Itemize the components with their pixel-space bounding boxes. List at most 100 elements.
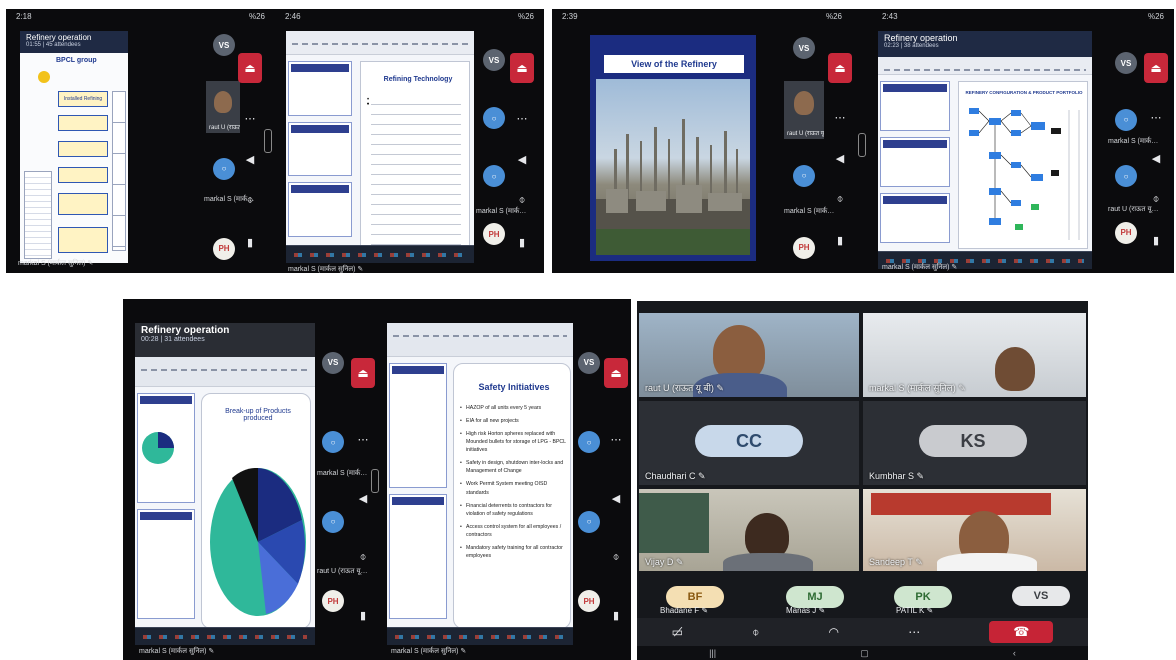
avatar[interactable]: PH (793, 236, 815, 259)
slide-thumbnail[interactable] (137, 393, 195, 503)
avatar[interactable]: PH (1115, 221, 1137, 244)
more-icon[interactable]: ⋯ (611, 433, 622, 446)
more-icon[interactable]: ⋯ (908, 625, 920, 639)
shared-slide: Safety Initiatives HAZOP of all units ev… (387, 323, 573, 645)
slide-page: Break-up of Products produced (201, 393, 311, 629)
more-icon[interactable]: ⋯ (245, 112, 256, 125)
avatar[interactable]: ○ (483, 165, 505, 187)
recent-apps-icon[interactable]: ||| (709, 648, 716, 658)
control-column: ⏏ ⋯ ◀ ⌽ ▮ (604, 335, 628, 645)
control-column: ⏏ ⋯ ◀ ⌽ ▮ (238, 39, 262, 263)
speaker-icon[interactable]: ◀ (612, 492, 620, 505)
avatar[interactable]: ○ (793, 164, 815, 187)
participant-chip[interactable]: VS (1012, 586, 1070, 606)
meeting-title: Refinery operation (141, 325, 230, 336)
hang-up-button[interactable]: ⏏ (238, 53, 262, 84)
avatar[interactable]: ○ (483, 107, 505, 129)
participant-sidebar: VS ○ PH (792, 35, 816, 261)
participant-name: Manas J ✎ (786, 606, 826, 615)
avatar[interactable]: ○ (322, 431, 344, 454)
slide-thumbnail[interactable] (288, 182, 352, 238)
mic-off-icon[interactable]: ⌽ (519, 194, 526, 207)
avatar[interactable]: VS (213, 34, 235, 57)
slide-thumbnail[interactable] (137, 509, 195, 619)
avatar[interactable]: PH (578, 590, 600, 613)
bullet-item: Work Permit System meeting OISD standard… (460, 480, 568, 496)
video-off-icon[interactable]: ▮ (837, 234, 843, 247)
meeting-header: Refinery operation 02:23 | 38 attendees (878, 31, 1092, 57)
mic-off-icon[interactable]: ⌽ (837, 193, 844, 206)
mic-off-icon[interactable]: ⌽ (613, 551, 620, 564)
diagram-box: Installed Refining (58, 91, 108, 107)
video-off-icon[interactable]: ▮ (1153, 234, 1159, 247)
avatar[interactable]: VS (578, 351, 600, 374)
speaker-icon[interactable]: ◀ (246, 153, 254, 166)
meeting-subtitle: 00:28 | 31 attendees (141, 336, 205, 343)
slide-thumbnail[interactable] (389, 363, 447, 488)
hang-up-button[interactable]: ⏏ (510, 53, 534, 84)
slide-title: REFINERY CONFIGURATION & PRODUCT PORTFOL… (965, 90, 1083, 95)
more-icon[interactable]: ⋯ (358, 433, 369, 446)
avatar[interactable]: VS (793, 37, 815, 60)
hang-up-button[interactable]: ⏏ (828, 53, 852, 83)
slide-thumbnail[interactable] (389, 494, 447, 619)
hang-up-button[interactable]: ☎ (989, 621, 1054, 643)
ppt-ribbon (135, 357, 315, 387)
participant-tile[interactable]: KS Kumbhar S ✎ (863, 401, 1086, 485)
mic-off-icon[interactable]: ⌽ (752, 625, 759, 640)
avatar[interactable]: ○ (578, 510, 600, 533)
avatar[interactable]: PH (322, 590, 344, 613)
speaker-icon[interactable]: ◀ (359, 492, 367, 505)
avatar[interactable]: ○ (1115, 165, 1137, 188)
slide-thumbnail[interactable] (880, 81, 950, 131)
speaker-icon[interactable]: ◀ (1152, 152, 1160, 165)
speaker-icon[interactable]: ◀ (836, 152, 844, 165)
diagram-box (58, 115, 108, 131)
more-icon[interactable]: ⋯ (517, 112, 528, 125)
participant-video[interactable]: Sandeep T ✎ (863, 489, 1086, 571)
slide-thumbnail[interactable] (880, 193, 950, 243)
avatar[interactable]: ○ (578, 431, 600, 454)
hang-up-button[interactable]: ⏏ (604, 357, 628, 388)
headset-icon[interactable]: ◠ (829, 625, 839, 639)
avatar[interactable]: ○ (322, 510, 344, 533)
slide-title: View of the Refinery (604, 55, 744, 73)
products-pie (210, 467, 306, 616)
participant-video[interactable]: raut U (राऊत यू बी) ✎ (639, 313, 859, 397)
participant-avatar: KS (919, 425, 1027, 457)
mic-off-icon[interactable]: ⌽ (247, 194, 254, 207)
slide-thumbnail[interactable] (880, 137, 950, 187)
participant-chip[interactable]: MJ (786, 586, 844, 608)
avatar[interactable]: PH (483, 223, 505, 245)
avatar[interactable]: PH (213, 237, 235, 260)
avatar[interactable]: ○ (1115, 108, 1137, 131)
participant-sidebar: VS ○ ○ PH (577, 323, 601, 641)
diagram-box (112, 91, 126, 251)
avatar[interactable]: VS (483, 49, 505, 71)
more-icon[interactable]: ⋯ (1151, 111, 1162, 124)
video-off-icon[interactable]: ▭̸ (672, 625, 683, 639)
avatar[interactable]: VS (1115, 52, 1137, 75)
hang-up-button[interactable]: ⏏ (351, 357, 375, 388)
avatar[interactable]: VS (322, 351, 344, 374)
slide-thumbnail[interactable] (288, 121, 352, 177)
video-off-icon[interactable]: ▮ (519, 236, 525, 249)
participant-chip[interactable]: PK (894, 586, 952, 608)
slide-thumbnail[interactable] (288, 61, 352, 116)
video-off-icon[interactable]: ▮ (247, 236, 253, 249)
video-off-icon[interactable]: ▮ (360, 609, 366, 622)
participant-chip[interactable]: BF (666, 586, 724, 608)
hang-up-button[interactable]: ⏏ (1144, 53, 1168, 83)
participant-tile[interactable]: CC Chaudhari C ✎ (639, 401, 859, 485)
mic-off-icon[interactable]: ⌽ (1153, 193, 1160, 206)
participant-video[interactable]: Vijay D ✎ (639, 489, 859, 571)
video-off-icon[interactable]: ▮ (613, 609, 619, 622)
table-block (24, 171, 52, 259)
more-icon[interactable]: ⋯ (835, 111, 846, 124)
mic-off-icon[interactable]: ⌽ (360, 551, 367, 564)
home-icon[interactable]: ▢ (860, 648, 869, 659)
speaker-icon[interactable]: ◀ (518, 153, 526, 166)
back-icon[interactable]: ‹ (1013, 648, 1016, 658)
participant-video[interactable]: markal S (मार्कल सुनिल) ✎ (863, 313, 1086, 397)
avatar[interactable]: ○ (213, 157, 235, 180)
